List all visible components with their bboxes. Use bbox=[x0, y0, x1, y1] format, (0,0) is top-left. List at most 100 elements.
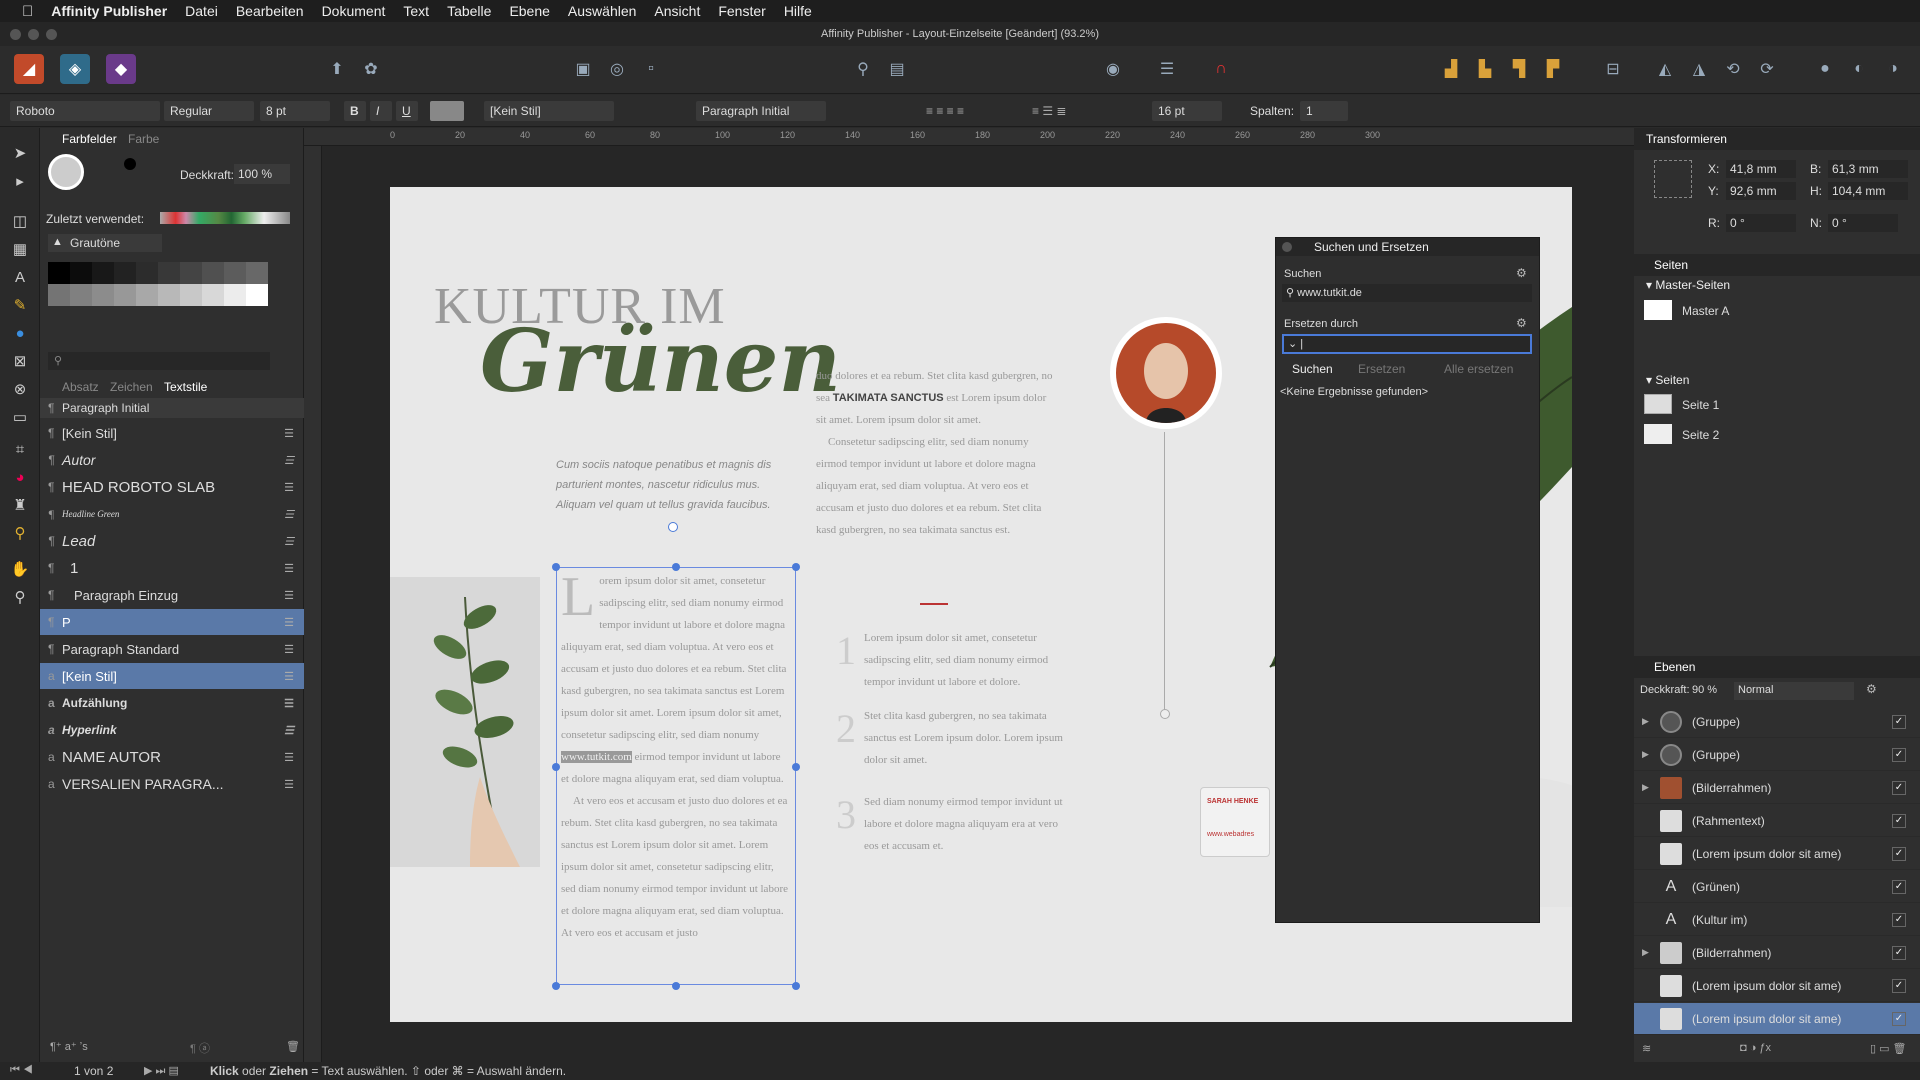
search-input[interactable]: ⚲ www.tutkit.de bbox=[1282, 284, 1532, 302]
menu-fenster[interactable]: Fenster bbox=[718, 3, 765, 19]
layer-row[interactable]: A (Kultur im) ✓ bbox=[1634, 904, 1920, 936]
pin-icon[interactable]: ⚲ bbox=[848, 54, 878, 84]
selection-handle[interactable] bbox=[672, 563, 680, 571]
right-column-text[interactable]: duo dolores et ea rebum. Stet clita kasd… bbox=[816, 365, 1056, 541]
close-window-button[interactable] bbox=[10, 29, 21, 40]
menu-auswaehlen[interactable]: Auswählen bbox=[568, 3, 637, 19]
layer-row[interactable]: (Lorem ipsum dolor sit ame) ✓ bbox=[1634, 838, 1920, 870]
menu-hilfe[interactable]: Hilfe bbox=[784, 3, 812, 19]
move-tool-icon[interactable]: ➤ bbox=[8, 142, 32, 166]
node-tool-icon[interactable]: ▸ bbox=[8, 170, 32, 194]
selection-handle[interactable] bbox=[552, 563, 560, 571]
layer-row[interactable]: (Lorem ipsum dolor sit ame) ✓ bbox=[1634, 970, 1920, 1002]
blend-mode-select[interactable]: Normal bbox=[1734, 682, 1854, 700]
style-menu-icon[interactable]: ☰ bbox=[284, 454, 294, 467]
apple-icon[interactable]:  bbox=[22, 3, 33, 20]
vertical-ruler[interactable] bbox=[304, 146, 322, 1062]
text-color-swatch[interactable] bbox=[430, 101, 464, 121]
eyedropper-icon[interactable]: ⚲ bbox=[8, 522, 32, 546]
selection-handle[interactable] bbox=[552, 982, 560, 990]
crop-tool-icon[interactable]: ⌗ bbox=[8, 438, 32, 462]
stroke-color-well[interactable] bbox=[124, 158, 136, 170]
text-style-item[interactable]: ¶ Lead ☰ bbox=[40, 528, 304, 554]
page-indicator[interactable]: 1 von 2 bbox=[74, 1064, 113, 1078]
style-menu-icon[interactable]: ☰ bbox=[284, 643, 294, 656]
text-style-item[interactable]: a Hyperlink ☰ bbox=[40, 717, 304, 743]
lead-text[interactable]: Cum sociis natoque penatibus et magnis d… bbox=[556, 455, 776, 515]
menu-ebene[interactable]: Ebene bbox=[509, 3, 549, 19]
visibility-checkbox[interactable]: ✓ bbox=[1892, 714, 1906, 729]
menu-text[interactable]: Text bbox=[403, 3, 429, 19]
master-pages-title[interactable]: ▾ Master-Seiten bbox=[1646, 278, 1730, 292]
swatch-grid[interactable] bbox=[48, 262, 272, 306]
menu-dokument[interactable]: Dokument bbox=[322, 3, 386, 19]
ellipse-frame-icon[interactable]: ⊗ bbox=[8, 378, 32, 402]
horizontal-ruler[interactable]: 0 20 40 60 80 100 120 140 160 180 200 220 240 260 280 3… bbox=[304, 128, 1634, 146]
visibility-checkbox[interactable]: ✓ bbox=[1892, 780, 1906, 795]
share-icon[interactable]: ⬆ bbox=[322, 54, 352, 84]
arrange-back-icon[interactable]: ▟ bbox=[1436, 54, 1466, 84]
style-menu-icon[interactable]: ☰ bbox=[284, 616, 294, 629]
arrange-front-icon[interactable]: ▛ bbox=[1538, 54, 1568, 84]
font-size-select[interactable]: 8 pt bbox=[260, 101, 330, 121]
recent-colors-strip[interactable] bbox=[160, 212, 290, 224]
style-menu-icon[interactable]: ☰ bbox=[284, 751, 294, 764]
visibility-checkbox[interactable]: ✓ bbox=[1892, 813, 1906, 828]
shear-input[interactable]: 0 ° bbox=[1828, 214, 1898, 232]
swatch-search-input[interactable]: ⚲ bbox=[48, 352, 270, 370]
spread-icon[interactable]: ▫ bbox=[636, 54, 666, 84]
layer-row[interactable]: A (Grünen) ✓ bbox=[1634, 871, 1920, 903]
menu-datei[interactable]: Datei bbox=[185, 3, 218, 19]
app-menu[interactable]: Affinity Publisher bbox=[51, 3, 167, 19]
arrange-backward-icon[interactable]: ▙ bbox=[1470, 54, 1500, 84]
menu-ansicht[interactable]: Ansicht bbox=[654, 3, 700, 19]
tab-zeichen[interactable]: Zeichen bbox=[110, 380, 153, 394]
flip-vertical-icon[interactable]: ◮ bbox=[1684, 54, 1714, 84]
align-left-icon[interactable]: ≡ ≡ ≡ ≡ bbox=[920, 101, 1010, 121]
layer-row[interactable]: ▶ (Gruppe) ✓ bbox=[1634, 706, 1920, 738]
layer-mask-icon[interactable]: ◘ ◑ ƒx bbox=[1740, 1042, 1771, 1054]
style-menu-icon[interactable]: ☰ bbox=[284, 778, 294, 791]
replace-input[interactable]: ⌄ | bbox=[1282, 334, 1532, 354]
text-style-item[interactable]: ¶ Headline Green ☰ bbox=[40, 501, 304, 527]
minimize-window-button[interactable] bbox=[28, 29, 39, 40]
text-style-item[interactable]: ¶ HEAD ROBOTO SLAB ☰ bbox=[40, 474, 304, 500]
align-icon[interactable]: ⊟ bbox=[1598, 54, 1628, 84]
paragraph-style-select[interactable]: Paragraph Initial bbox=[696, 101, 826, 121]
layer-settings-icon[interactable]: ⚙ bbox=[1866, 682, 1877, 696]
layer-stack-icon[interactable]: ≋ bbox=[1642, 1042, 1651, 1055]
search-settings-icon[interactable]: ⚙ bbox=[1516, 266, 1527, 280]
assets-icon[interactable]: ✿ bbox=[356, 54, 386, 84]
view-mode-icon[interactable]: ◉ bbox=[1098, 54, 1128, 84]
visibility-checkbox[interactable]: ✓ bbox=[1892, 879, 1906, 894]
style-options-icon[interactable]: ¶ ⓐ bbox=[190, 1040, 210, 1056]
flip-horizontal-icon[interactable]: ◭ bbox=[1650, 54, 1680, 84]
style-menu-icon[interactable]: ☰ bbox=[284, 670, 294, 683]
tab-textstile[interactable]: Textstile bbox=[164, 380, 207, 394]
next-page-icon[interactable]: ▶ ⏭ ▤ bbox=[144, 1064, 179, 1078]
shape-tool-icon[interactable]: ● bbox=[8, 322, 32, 346]
layer-row[interactable]: ▶ (Bilderrahmen) ✓ bbox=[1634, 937, 1920, 969]
visibility-checkbox[interactable]: ✓ bbox=[1892, 945, 1906, 960]
text-style-item[interactable]: ¶ Paragraph Einzug ☰ bbox=[40, 582, 304, 608]
visibility-checkbox[interactable]: ✓ bbox=[1892, 978, 1906, 993]
master-a-label[interactable]: Master A bbox=[1682, 304, 1729, 318]
frame-text-tool-icon[interactable]: ◫ bbox=[8, 210, 32, 234]
zoom-window-button[interactable] bbox=[46, 29, 57, 40]
expand-icon[interactable]: ▶ bbox=[1642, 947, 1649, 958]
visibility-checkbox[interactable]: ✓ bbox=[1892, 747, 1906, 762]
palette-select[interactable]: Grautöne bbox=[48, 234, 162, 252]
layer-opacity-input[interactable]: 90 % bbox=[1690, 682, 1730, 700]
color-picker-icon[interactable]: ◕ bbox=[8, 466, 32, 490]
publisher-persona-icon[interactable]: ◢ bbox=[14, 54, 44, 84]
artistic-text-tool-icon[interactable]: A bbox=[8, 266, 32, 290]
selection-handle[interactable] bbox=[792, 763, 800, 771]
boolean-add-icon[interactable]: ● bbox=[1810, 54, 1840, 84]
text-style-item[interactable]: a VERSALIEN PARAGRA... ☰ bbox=[40, 771, 304, 797]
menu-bearbeiten[interactable]: Bearbeiten bbox=[236, 3, 304, 19]
leading-select[interactable]: 16 pt bbox=[1152, 101, 1222, 121]
text-style-item[interactable]: a NAME AUTOR ☰ bbox=[40, 744, 304, 770]
first-page-icon[interactable]: ⏮ ◀ bbox=[10, 1064, 33, 1077]
wrap-icon[interactable]: ▤ bbox=[882, 54, 912, 84]
expand-icon[interactable]: ▶ bbox=[1642, 749, 1649, 760]
